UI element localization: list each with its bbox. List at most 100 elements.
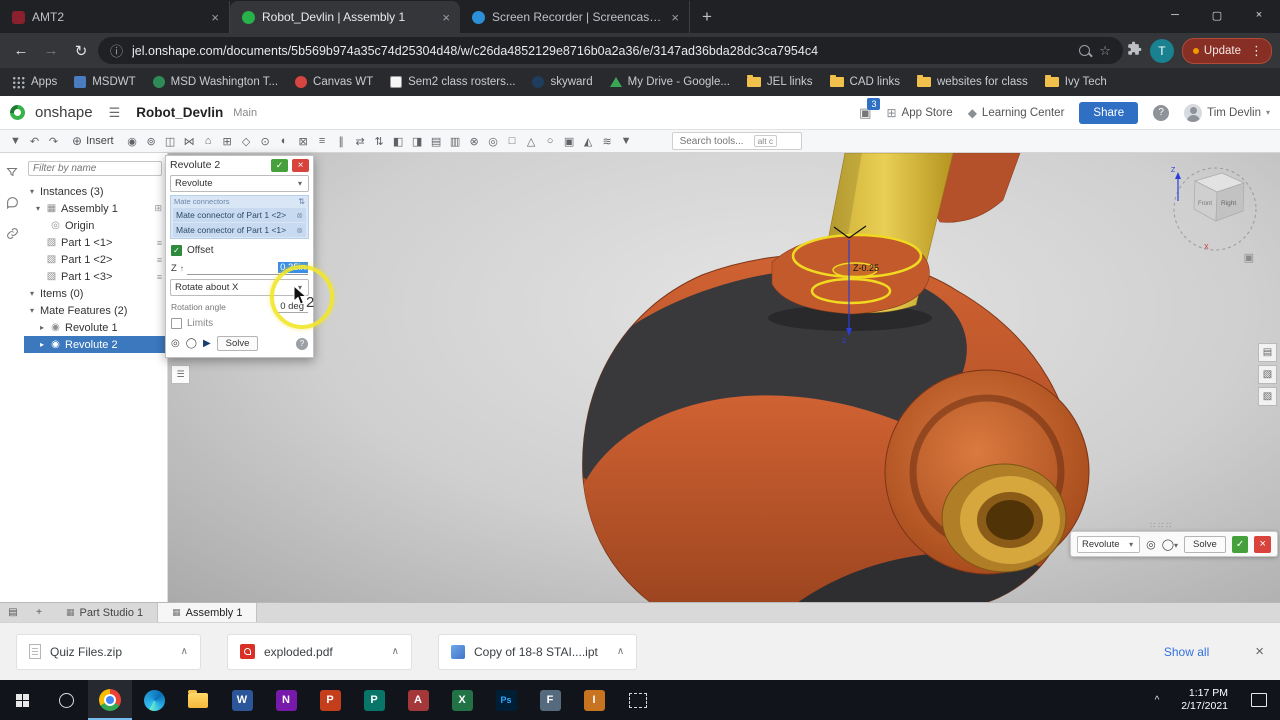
user-menu[interactable]: Tim Devlin ▾ — [1184, 103, 1270, 122]
show-all-downloads-link[interactable]: Show all — [1164, 645, 1209, 659]
action-center-button[interactable] — [1238, 680, 1280, 720]
close-downloads-bar-icon[interactable]: × — [1255, 643, 1264, 660]
view-options-icon[interactable]: ▣ — [1244, 251, 1254, 264]
window-minimize-button[interactable]: ─ — [1154, 0, 1196, 30]
taskbar-publisher[interactable]: P — [352, 680, 396, 720]
bookmark-folder[interactable]: Ivy Tech — [1044, 75, 1107, 88]
bookmark-item[interactable]: Canvas WT — [295, 76, 373, 88]
taskbar-powerpoint[interactable]: P — [308, 680, 352, 720]
bookmark-folder[interactable]: JEL links — [746, 75, 813, 88]
toolbar-icon[interactable]: ⌂ — [199, 135, 218, 148]
toolbar-icon[interactable]: ↷ — [44, 135, 63, 148]
toolbar-icon[interactable]: ◧ — [389, 135, 408, 148]
url-input[interactable]: ⓘ jel.onshape.com/documents/5b569b974a35… — [98, 37, 1123, 64]
toolbar-icon[interactable]: ↶ — [25, 135, 44, 148]
forward-button[interactable]: → — [38, 38, 64, 64]
tab-close-icon[interactable]: × — [440, 10, 452, 25]
taskbar-word[interactable]: W — [220, 680, 264, 720]
help-icon[interactable]: ? — [1153, 104, 1170, 121]
toolbar-icon[interactable]: ◨ — [408, 135, 427, 148]
tree-item-assembly[interactable]: ▾ ▦ Assembly 1 ⊞ — [24, 200, 167, 217]
accept-button[interactable]: ✓ — [1231, 535, 1249, 553]
caret-down-icon[interactable]: ▾ — [34, 204, 42, 213]
mate-type-dropdown[interactable]: Revolute ▾ — [170, 175, 309, 192]
download-item[interactable]: exploded.pdf ∧ — [227, 633, 412, 670]
tab-part-studio[interactable]: ▦ Part Studio 1 — [52, 603, 159, 622]
back-button[interactable]: ← — [8, 38, 34, 64]
panel-toggle-icon[interactable]: ▧ — [1258, 365, 1277, 384]
window-maximize-button[interactable]: ▢ — [1196, 0, 1238, 30]
app-store-link[interactable]: ⊞ App Store — [886, 106, 952, 120]
tab-manager-icon[interactable]: ▤ — [0, 603, 26, 622]
insert-button[interactable]: ⊕ Insert — [63, 134, 123, 148]
caret-down-icon[interactable]: ▾ — [28, 306, 36, 315]
caret-right-icon[interactable]: ▸ — [38, 340, 46, 349]
animate-icon[interactable]: ▶ — [203, 338, 211, 349]
tree-item-revolute-1[interactable]: ▸ ◉ Revolute 1 — [24, 319, 167, 336]
filter-funnel-icon[interactable] — [6, 165, 18, 183]
graphics-viewport[interactable]: Z-0.25 z Front Right Z X ▣ ▤ ▧ ▨ ☰ ∷∷∷ R… — [168, 153, 1280, 602]
link-icon[interactable] — [6, 227, 19, 245]
site-info-icon[interactable]: ⓘ — [110, 41, 123, 60]
start-button[interactable] — [0, 680, 44, 720]
tree-header-instances[interactable]: ▾ Instances (3) — [24, 183, 167, 200]
limits-checkbox[interactable] — [171, 318, 182, 329]
toolbar-icon[interactable]: ◇ — [237, 135, 256, 148]
toolbar-icon[interactable]: ⊚ — [142, 135, 161, 148]
toolbar-icon[interactable]: ⇅ — [370, 135, 389, 148]
refresh-button[interactable]: ↻ — [68, 38, 94, 64]
mate-ring-icon[interactable]: ◯▾ — [1162, 538, 1178, 551]
panel-toggle-icon[interactable]: ▤ — [1258, 343, 1277, 362]
panel-toggle-icon[interactable]: ▨ — [1258, 387, 1277, 406]
bookmark-folder[interactable]: websites for class — [917, 75, 1028, 88]
bookmark-item[interactable]: skyward — [532, 76, 593, 88]
update-button[interactable]: Update ⋮ — [1181, 37, 1272, 64]
bookmark-folder[interactable]: CAD links — [829, 75, 900, 88]
caret-right-icon[interactable]: ▸ — [38, 323, 46, 332]
tree-header-mate-features[interactable]: ▾ Mate Features (2) — [24, 302, 167, 319]
toolbar-icon[interactable]: ▣ — [560, 135, 579, 148]
part-actions-icon[interactable]: ≡ — [157, 255, 162, 265]
bookmark-item[interactable]: MSD Washington T... — [152, 76, 278, 88]
download-item[interactable]: Quiz Files.zip ∧ — [16, 633, 201, 670]
toolbar-icon[interactable]: □ — [503, 135, 522, 148]
tree-header-items[interactable]: ▾ Items (0) — [24, 285, 167, 302]
toolbar-icon[interactable]: ◉ — [123, 135, 142, 148]
tree-item-part[interactable]: ▧ Part 1 <2> ≡ — [24, 251, 167, 268]
document-title[interactable]: Robot_Devlin — [136, 105, 223, 120]
browser-menu-icon[interactable]: ⋮ — [1246, 43, 1267, 59]
taskbar-snipping-tool[interactable] — [616, 680, 660, 720]
bookmark-star-icon[interactable]: ☆ — [1099, 43, 1111, 59]
cancel-button[interactable]: × — [292, 158, 309, 172]
learning-center-link[interactable]: ◆ Learning Center — [968, 106, 1065, 120]
toolbar-icon[interactable]: ⊙ — [256, 135, 275, 148]
assembly-actions-icon[interactable]: ⊞ — [154, 203, 162, 214]
mate-type-dropdown[interactable]: Revolute ▾ — [1077, 535, 1141, 553]
comments-icon[interactable] — [6, 196, 19, 214]
taskbar-photoshop[interactable]: Ps — [484, 680, 528, 720]
download-menu-icon[interactable]: ∧ — [382, 646, 399, 657]
toolbar-icon[interactable]: ▼ — [6, 135, 25, 148]
accept-button[interactable]: ✓ — [271, 158, 288, 172]
search-tools-box[interactable]: alt c — [671, 132, 802, 150]
toolbar-icon[interactable]: ◐ — [275, 135, 294, 148]
download-menu-icon[interactable]: ∧ — [607, 646, 624, 657]
mate-connector-filter-button[interactable]: ☰ — [171, 365, 190, 384]
browser-tab-onshape[interactable]: Robot_Devlin | Assembly 1 × — [230, 1, 460, 33]
onshape-logo-text[interactable]: onshape — [35, 104, 93, 121]
solve-button[interactable]: Solve — [216, 336, 259, 351]
bookmark-item[interactable]: Sem2 class rosters... — [390, 76, 515, 88]
toolbar-icon[interactable]: ◎ — [484, 135, 503, 148]
workspace-label[interactable]: Main — [233, 107, 257, 119]
extensions-icon[interactable] — [1127, 41, 1142, 61]
tab-close-icon[interactable]: × — [669, 10, 681, 25]
offset-checkbox-row[interactable]: ✓ Offset — [166, 242, 313, 259]
hamburger-menu-icon[interactable]: ☰ — [109, 105, 121, 121]
tree-item-part[interactable]: ▧ Part 1 <3> ≡ — [24, 268, 167, 285]
mate-connector-icon[interactable]: ◎ — [171, 338, 180, 349]
mate-connector-item[interactable]: Mate connector of Part 1 <2> ⊗ — [173, 208, 306, 222]
add-tab-button[interactable]: + — [26, 603, 52, 622]
tab-close-icon[interactable]: × — [209, 10, 221, 25]
tree-item-origin[interactable]: ◎ Origin — [24, 217, 167, 234]
search-tools-input[interactable] — [677, 134, 750, 148]
